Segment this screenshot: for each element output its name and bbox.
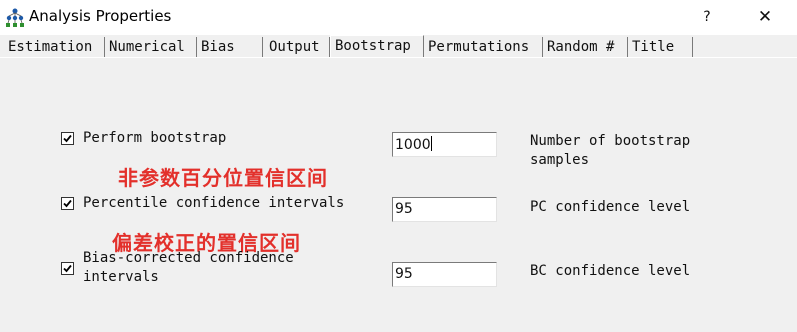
bootstrap-samples-value: 1000 [395,137,431,153]
pc-confidence-input[interactable]: 95 [392,197,497,222]
percentile-annotation: 非参数百分位置信区间 [118,166,328,190]
bias-corrected-ci-label: Bias-corrected confidence intervals [83,250,294,285]
tab-bootstrap[interactable]: Bootstrap [330,35,424,58]
amos-tree-icon [5,8,25,28]
tab-divider [0,57,797,58]
bootstrap-samples-desc: Number of bootstrap samples [530,133,691,168]
window-title: Analysis Properties [29,7,172,25]
bootstrap-samples-input[interactable]: 1000 [392,132,497,157]
percentile-ci-checkbox[interactable] [61,197,74,210]
bc-confidence-input[interactable]: 95 [392,262,497,287]
text-caret [430,136,432,151]
tab-random[interactable]: Random # [543,37,628,58]
tab-title[interactable]: Title [628,37,693,58]
perform-bootstrap-label: Perform bootstrap [83,130,227,146]
tab-bias[interactable]: Bias [197,37,263,58]
bc-confidence-desc: BC confidence level [530,263,691,279]
bias-corrected-ci-checkbox[interactable] [61,262,74,275]
percentile-ci-label: Percentile confidence intervals [83,195,345,211]
tab-numerical[interactable]: Numerical [105,37,197,58]
tab-output[interactable]: Output [263,37,330,58]
checkmark-icon [63,264,72,273]
checkmark-icon [63,134,72,143]
title-bar: Analysis Properties ? ✕ [0,0,797,35]
tab-bar: Estimation Numerical Bias Output Bootstr… [0,35,797,58]
perform-bootstrap-checkbox[interactable] [61,132,74,145]
tab-estimation[interactable]: Estimation [4,37,105,58]
help-button[interactable]: ? [692,3,722,31]
tab-permutations[interactable]: Permutations [424,37,543,58]
checkmark-icon [63,199,72,208]
pc-confidence-desc: PC confidence level [530,199,691,215]
close-button[interactable]: ✕ [750,3,780,31]
